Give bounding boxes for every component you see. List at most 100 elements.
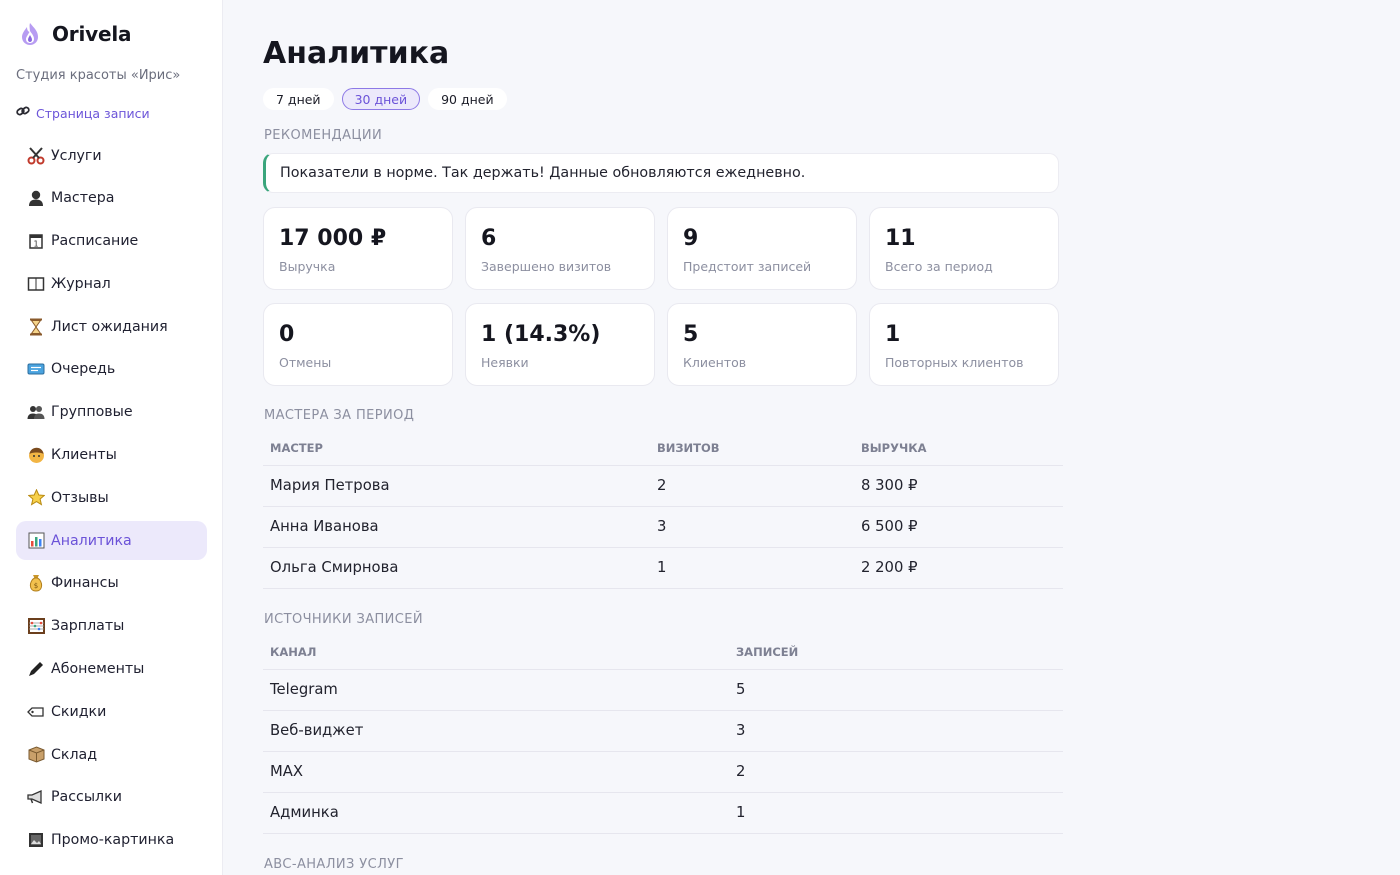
kpi-label: Завершено визитов [481, 259, 612, 274]
sidebar-item-queue[interactable]: Очередь [16, 350, 207, 389]
period-selector: 7 дней 30 дней 90 дней [263, 88, 507, 110]
sidebar-item-label: Клиенты [51, 447, 117, 464]
app-name: Orivela [52, 22, 132, 46]
sidebar-item-mailings[interactable]: Рассылки [16, 778, 207, 817]
person-icon [27, 189, 45, 207]
sidebar-item-subscriptions[interactable]: Абонементы [16, 650, 207, 689]
sidebar-item-salaries[interactable]: Зарплаты [16, 607, 207, 646]
sidebar-item-promo-image[interactable]: Промо-картинка [16, 821, 207, 860]
studio-name: Студия красоты «Ирис» [16, 68, 181, 83]
sidebar-item-reviews[interactable]: Отзывы [16, 478, 207, 517]
kpi-label: Неявки [481, 355, 529, 370]
source-count: 3 [729, 710, 1063, 752]
column-header: Записей [729, 635, 1063, 670]
master-revenue: 8 300 ₽ [854, 465, 1063, 507]
pen-icon [27, 660, 45, 678]
sidebar-item-label: Промо-картинка [51, 832, 175, 849]
sources-table: Канал Записей Telegram 5 Веб-виджет 3 MA… [263, 635, 1063, 834]
kpi-card-repeat-clients: 1 Повторных клиентов [869, 303, 1059, 386]
hourglass-icon [27, 318, 45, 336]
flame-logo-icon [18, 22, 42, 46]
sidebar-item-waitlist[interactable]: Лист ожидания [16, 307, 207, 346]
page-title: Аналитика [263, 36, 450, 71]
app-logo[interactable]: Orivela [18, 22, 131, 46]
kpi-value: 1 (14.3%) [481, 322, 601, 347]
book-icon [27, 275, 45, 293]
master-visits: 3 [650, 506, 854, 548]
period-7-days[interactable]: 7 дней [263, 88, 334, 110]
abacus-icon [27, 617, 45, 635]
sidebar-item-services[interactable]: Услуги [16, 136, 207, 175]
sidebar-item-masters[interactable]: Мастера [16, 179, 207, 218]
source-channel: MAX [263, 751, 729, 793]
svg-text:$: $ [34, 582, 38, 590]
sidebar-item-label: Абонементы [51, 661, 145, 678]
sidebar-item-schedule[interactable]: 1 Расписание [16, 222, 207, 261]
kpi-card-clients: 5 Клиентов [667, 303, 857, 386]
column-header: Мастер [263, 431, 650, 466]
period-90-days[interactable]: 90 дней [428, 88, 507, 110]
source-channel: Веб-виджет [263, 710, 729, 752]
sidebar: Orivela Студия красоты «Ирис» Страница з… [0, 0, 223, 875]
kpi-card-cancellations: 0 Отмены [263, 303, 453, 386]
kpi-card-no-shows: 1 (14.3%) Неявки [465, 303, 655, 386]
star-icon [27, 489, 45, 507]
sidebar-item-label: Мастера [51, 190, 115, 207]
recommendation-callout: Показатели в норме. Так держать! Данные … [263, 153, 1059, 193]
kpi-value: 1 [885, 322, 901, 347]
recommendations-heading: Рекомендации [264, 128, 383, 143]
table-row: Анна Иванова 3 6 500 ₽ [263, 506, 1063, 548]
column-header: Канал [263, 635, 729, 670]
ticket-icon [27, 360, 45, 378]
kpi-value: 0 [279, 322, 295, 347]
sidebar-item-finance[interactable]: $ Финансы [16, 564, 207, 603]
kpi-card-upcoming: 9 Предстоит записей [667, 207, 857, 290]
kpi-value: 17 000 ₽ [279, 226, 387, 251]
bar-chart-icon [27, 532, 45, 550]
table-row: Ольга Смирнова 1 2 200 ₽ [263, 547, 1063, 589]
sidebar-item-groups[interactable]: Групповые [16, 393, 207, 432]
source-count: 5 [729, 669, 1063, 711]
column-header: Выручка [854, 431, 1063, 466]
source-channel: Telegram [263, 669, 729, 711]
sidebar-nav: Услуги Мастера 1 Расписание Журнал Лист … [16, 136, 207, 864]
abc-analysis-heading: ABC-анализ услуг [264, 857, 404, 872]
masters-table: Мастер Визитов Выручка Мария Петрова 2 8… [263, 431, 1063, 589]
svg-text:1: 1 [33, 240, 38, 249]
period-30-days[interactable]: 30 дней [341, 88, 421, 110]
table-header-row: Мастер Визитов Выручка [263, 431, 1063, 466]
sources-heading: Источники записей [264, 612, 424, 627]
sidebar-item-label: Финансы [51, 575, 119, 592]
sidebar-item-clients[interactable]: Клиенты [16, 436, 207, 475]
kpi-label: Всего за период [885, 259, 993, 274]
booking-page-link[interactable]: Страница записи [16, 105, 150, 121]
kpi-row-1: 17 000 ₽ Выручка 6 Завершено визитов 9 П… [263, 207, 1059, 290]
kpi-value: 9 [683, 226, 699, 251]
source-count: 1 [729, 792, 1063, 834]
kpi-label: Клиентов [683, 355, 747, 370]
master-visits: 1 [650, 547, 854, 589]
face-icon [27, 446, 45, 464]
sidebar-item-warehouse[interactable]: Склад [16, 735, 207, 774]
sidebar-item-analytics[interactable]: Аналитика [16, 521, 207, 561]
sidebar-item-label: Лист ожидания [51, 318, 168, 335]
sidebar-item-label: Групповые [51, 404, 133, 421]
table-row: Веб-виджет 3 [263, 710, 1063, 752]
scissors-icon [27, 146, 45, 165]
table-row: Мария Петрова 2 8 300 ₽ [263, 465, 1063, 507]
sidebar-item-label: Скидки [51, 703, 107, 720]
link-icon [16, 105, 31, 121]
sidebar-item-journal[interactable]: Журнал [16, 264, 207, 303]
master-revenue: 6 500 ₽ [854, 506, 1063, 548]
kpi-value: 5 [683, 322, 699, 347]
master-name: Ольга Смирнова [263, 547, 650, 589]
sidebar-item-label: Очередь [51, 361, 116, 378]
sidebar-item-label: Расписание [51, 233, 139, 250]
calendar-icon: 1 [27, 232, 45, 250]
kpi-row-2: 0 Отмены 1 (14.3%) Неявки 5 Клиентов 1 П… [263, 303, 1059, 386]
masters-heading: Мастера за период [264, 408, 415, 423]
table-header-row: Канал Записей [263, 635, 1063, 670]
kpi-value: 11 [885, 226, 916, 251]
sidebar-item-discounts[interactable]: Скидки [16, 692, 207, 731]
sidebar-item-label: Аналитика [51, 532, 132, 549]
